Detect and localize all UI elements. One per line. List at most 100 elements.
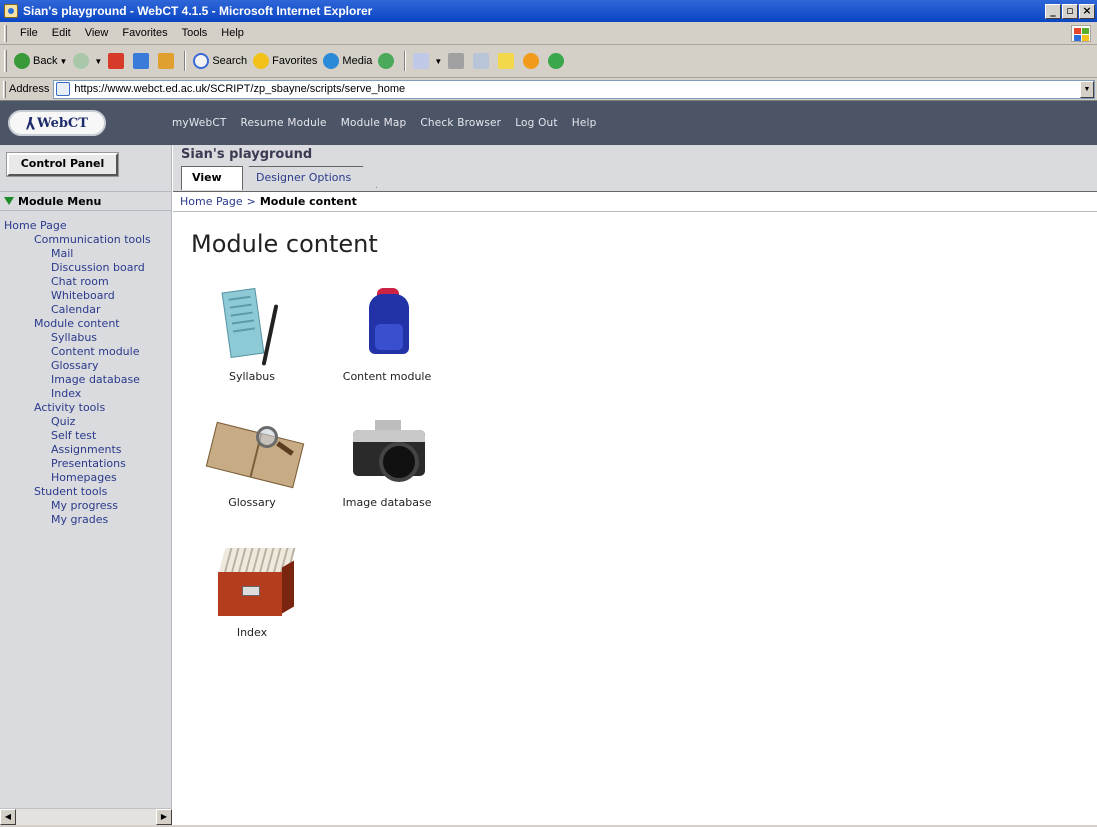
menu-favorites[interactable]: Favorites xyxy=(115,27,174,39)
tile-index[interactable]: Index xyxy=(192,542,312,639)
tile-content-module-label[interactable]: Content module xyxy=(327,370,447,383)
people-icon xyxy=(548,53,565,69)
control-panel-button[interactable]: Control Panel xyxy=(6,152,119,177)
card-index-box-icon[interactable] xyxy=(204,542,300,622)
mail-button[interactable]: ▼ xyxy=(410,49,445,73)
tile-glossary[interactable]: Glossary xyxy=(192,412,312,509)
sidebar-item-mail[interactable]: Mail xyxy=(0,247,171,261)
address-input[interactable]: https://www.webct.ed.ac.uk/SCRIPT/zp_sba… xyxy=(53,79,1095,99)
close-button[interactable]: × xyxy=(1079,3,1095,19)
back-dropdown-icon[interactable]: ▼ xyxy=(59,57,67,66)
module-menu-header: Module Menu xyxy=(0,191,172,211)
sidebar-item-module-content[interactable]: Module content xyxy=(0,317,171,331)
sidebar-item-image-database[interactable]: Image database xyxy=(0,373,171,387)
tab-view[interactable]: View xyxy=(181,166,243,190)
tile-glossary-label[interactable]: Glossary xyxy=(192,496,312,509)
webct-logo[interactable]: WebCT xyxy=(8,110,106,136)
sidebar-item-quiz[interactable]: Quiz xyxy=(0,415,171,429)
tile-content-module[interactable]: Content module xyxy=(327,286,447,383)
toolbar-grip xyxy=(4,50,7,72)
media-button[interactable]: Media xyxy=(320,49,375,73)
forward-dropdown-icon[interactable]: ▼ xyxy=(94,57,102,66)
sidebar-item-homepages[interactable]: Homepages xyxy=(0,471,171,485)
favorites-button[interactable]: Favorites xyxy=(250,49,320,73)
menu-help[interactable]: Help xyxy=(214,27,251,39)
tile-image-database-label[interactable]: Image database xyxy=(327,496,447,509)
sidebar-item-presentations[interactable]: Presentations xyxy=(0,457,171,471)
menu-tools[interactable]: Tools xyxy=(175,27,215,39)
webct-top-nav: myWebCT Resume Module Module Map Check B… xyxy=(172,117,610,129)
sidebar-item-content-module[interactable]: Content module xyxy=(0,345,171,359)
syllabus-icon[interactable] xyxy=(204,286,300,366)
home-button[interactable] xyxy=(155,49,180,73)
print-icon xyxy=(448,53,465,69)
tab-designer-options[interactable]: Designer Options xyxy=(241,166,377,188)
sidebar-item-assignments[interactable]: Assignments xyxy=(0,443,171,457)
book-magnifier-icon[interactable] xyxy=(204,412,305,492)
sidebar-item-discussion-board[interactable]: Discussion board xyxy=(0,261,171,275)
minimize-button[interactable]: _ xyxy=(1045,3,1061,19)
sidebar-item-whiteboard[interactable]: Whiteboard xyxy=(0,289,171,303)
scroll-right-icon[interactable]: ▶ xyxy=(156,809,172,825)
addressbar-grip xyxy=(3,80,6,98)
tile-image-database[interactable]: Image database xyxy=(327,412,447,509)
menu-file[interactable]: File xyxy=(13,27,45,39)
breadcrumb-home-link[interactable]: Home Page xyxy=(180,195,243,208)
sidebar-item-glossary[interactable]: Glossary xyxy=(0,359,171,373)
left-horizontal-scrollbar[interactable]: ◀ ▶ xyxy=(0,808,172,825)
back-button[interactable]: Back ▼ xyxy=(11,49,70,73)
nav-module-map[interactable]: Module Map xyxy=(341,117,407,129)
sidebar-item-chat-room[interactable]: Chat room xyxy=(0,275,171,289)
edit-button[interactable] xyxy=(470,49,495,73)
tile-syllabus-label[interactable]: Syllabus xyxy=(192,370,312,383)
sidebar-item-calendar[interactable]: Calendar xyxy=(0,303,171,317)
maximize-button[interactable]: ▫ xyxy=(1062,3,1078,19)
note-icon xyxy=(498,53,515,69)
mail-dropdown-icon[interactable]: ▼ xyxy=(434,57,442,66)
menu-edit[interactable]: Edit xyxy=(45,27,78,39)
search-icon xyxy=(193,53,210,69)
windows-flag-icon xyxy=(1071,24,1091,42)
sidebar-item-index[interactable]: Index xyxy=(0,387,171,401)
nav-mywebct[interactable]: myWebCT xyxy=(172,117,226,129)
research-button[interactable] xyxy=(545,49,570,73)
print-button[interactable] xyxy=(445,49,470,73)
sidebar-item-home-page[interactable]: Home Page xyxy=(0,219,171,233)
menu-view[interactable]: View xyxy=(78,27,116,39)
nav-check-browser[interactable]: Check Browser xyxy=(420,117,501,129)
nav-resume-module[interactable]: Resume Module xyxy=(240,117,326,129)
scrollbar-track[interactable] xyxy=(16,809,156,825)
smiley-icon xyxy=(523,53,540,69)
address-dropdown-icon[interactable]: ▼ xyxy=(1080,80,1094,98)
menu-bar: File Edit View Favorites Tools Help xyxy=(0,22,1097,45)
sidebar-item-my-grades[interactable]: My grades xyxy=(0,513,171,527)
nav-help[interactable]: Help xyxy=(572,117,597,129)
triangle-down-icon xyxy=(4,197,14,205)
sidebar-item-student-tools[interactable]: Student tools xyxy=(0,485,171,499)
nav-log-out[interactable]: Log Out xyxy=(515,117,558,129)
sidebar-item-communication-tools[interactable]: Communication tools xyxy=(0,233,171,247)
tile-index-label[interactable]: Index xyxy=(192,626,312,639)
sidebar-item-activity-tools[interactable]: Activity tools xyxy=(0,401,171,415)
sidebar-item-syllabus[interactable]: Syllabus xyxy=(0,331,171,345)
breadcrumb: Home Page > Module content xyxy=(173,191,1097,212)
webct-figure-icon xyxy=(26,116,36,130)
sidebar-item-my-progress[interactable]: My progress xyxy=(0,499,171,513)
forward-button[interactable]: ▼ xyxy=(70,49,105,73)
search-label: Search xyxy=(212,55,248,67)
messenger-button[interactable] xyxy=(520,49,545,73)
search-button[interactable]: Search xyxy=(190,49,250,73)
discuss-button[interactable] xyxy=(495,49,520,73)
history-button[interactable] xyxy=(375,49,400,73)
scroll-left-icon[interactable]: ◀ xyxy=(0,809,16,825)
stop-button[interactable] xyxy=(105,49,130,73)
address-url[interactable]: https://www.webct.ed.ac.uk/SCRIPT/zp_sba… xyxy=(74,83,405,95)
module-menu-label: Module Menu xyxy=(18,194,102,208)
back-label: Back xyxy=(33,55,58,67)
sidebar-item-self-test[interactable]: Self test xyxy=(0,429,171,443)
star-icon xyxy=(253,53,270,69)
refresh-button[interactable] xyxy=(130,49,155,73)
tile-syllabus[interactable]: Syllabus xyxy=(192,286,312,383)
backpack-icon[interactable] xyxy=(339,286,435,366)
camera-icon[interactable] xyxy=(339,412,435,492)
